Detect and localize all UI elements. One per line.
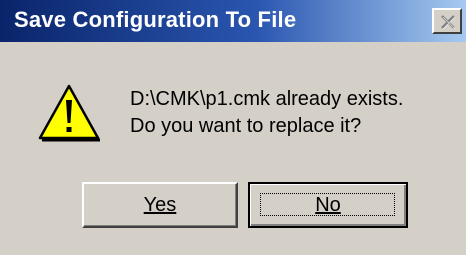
close-button[interactable] (432, 8, 462, 34)
message-text: D:\CMK\p1.cmk already exists. Do you wan… (130, 86, 403, 140)
message-line-2: Do you want to replace it? (130, 115, 362, 137)
warning-icon (38, 84, 100, 142)
yes-button-label: Yes (143, 193, 177, 216)
dialog-title: Save Configuration To File (14, 7, 297, 32)
save-configuration-dialog: Save Configuration To File D:\CMK\p1.cmk… (0, 0, 468, 255)
no-button-label: No (315, 193, 341, 216)
title-bar[interactable]: Save Configuration To File (0, 0, 466, 42)
no-button[interactable]: No (248, 182, 408, 228)
close-icon (441, 15, 456, 30)
yes-button[interactable]: Yes (82, 182, 238, 228)
message-line-1: D:\CMK\p1.cmk already exists. (130, 88, 404, 110)
